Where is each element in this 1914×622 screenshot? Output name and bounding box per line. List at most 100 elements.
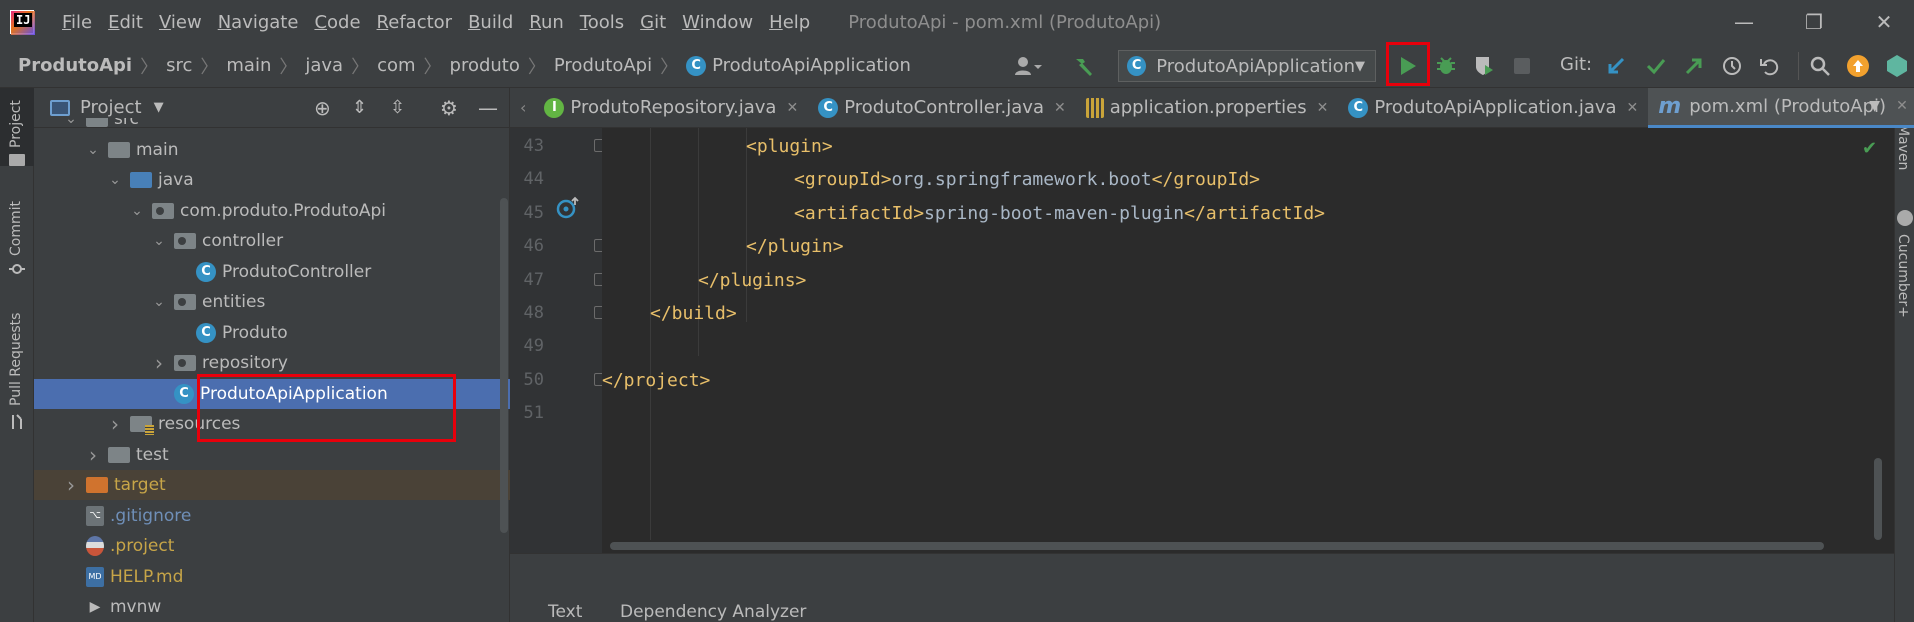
menu-code[interactable]: Code [314, 12, 360, 33]
breadcrumb-item[interactable]: ProdutoApi [18, 55, 132, 76]
chevron-down-icon[interactable]: ⌄ [108, 172, 122, 188]
tabs-overflow-chevron-icon[interactable]: ▼ [1869, 98, 1880, 114]
tree-item[interactable]: › target [34, 470, 510, 500]
editor-tab[interactable]: I ProdutoRepository.java ✕ [534, 88, 808, 128]
tool-window-pull-requests[interactable]: Pull Requests [8, 313, 24, 406]
minimize-icon[interactable]: — [1714, 0, 1774, 44]
git-update-icon[interactable] [1600, 50, 1632, 82]
tree-item[interactable]: ▶ mvnw [34, 592, 510, 622]
tool-window-commit[interactable]: Commit [8, 201, 24, 256]
update-available-icon[interactable] [1842, 50, 1874, 82]
gear-icon[interactable]: ⚙ [440, 96, 458, 120]
breadcrumb-item[interactable]: main [226, 55, 271, 76]
tree-item-label: test [136, 444, 169, 465]
debug-icon[interactable] [1430, 50, 1462, 82]
editor-tab[interactable]: application.properties ✕ [1076, 88, 1339, 128]
breadcrumb-item[interactable]: ProdutoApi [554, 55, 652, 76]
tool-window-project[interactable]: Project [8, 100, 24, 148]
git-commit-icon[interactable] [1640, 50, 1672, 82]
tool-window-maven[interactable]: Maven [1895, 124, 1911, 170]
tree-item[interactable]: ⌄ com.produto.ProdutoApi [34, 196, 510, 226]
project-scrollbar[interactable] [500, 198, 508, 533]
run-configuration-select[interactable]: C ProdutoApiApplication ▼ [1118, 50, 1376, 82]
chevron-down-icon[interactable]: ▼ [154, 100, 164, 115]
close-icon[interactable]: ✕ [1317, 100, 1329, 116]
close-icon[interactable]: ✕ [1054, 100, 1066, 116]
tree-item[interactable]: ⌄ java [34, 165, 510, 195]
tree-item[interactable]: ⌄ entities [34, 287, 510, 317]
menu-help[interactable]: Help [769, 12, 810, 33]
chevron-right-icon[interactable]: › [86, 443, 100, 467]
menu-file[interactable]: File [62, 12, 92, 33]
coverage-icon[interactable] [1468, 50, 1500, 82]
git-push-icon[interactable] [1678, 50, 1710, 82]
editor-gutter: 43 44 45 46 47 48 49 50 51 [510, 128, 607, 553]
chevron-right-icon[interactable]: › [108, 412, 122, 436]
title-bar: IJ File Edit View Navigate Code Refactor Build… [0, 0, 1914, 44]
chevron-down-icon[interactable]: ⌄ [152, 294, 166, 310]
tree-item[interactable]: .project [34, 531, 510, 561]
tree-item[interactable]: ⌄ controller [34, 226, 510, 256]
chevron-down-icon[interactable]: ⌄ [64, 118, 78, 127]
tree-item[interactable]: C ProdutoController [34, 257, 510, 287]
plugin-logo-icon[interactable] [1880, 50, 1914, 82]
hide-panel-icon[interactable]: — [478, 96, 498, 120]
vertical-scrollbar[interactable] [1874, 458, 1882, 540]
expand-all-icon[interactable]: ⇕ [352, 97, 367, 118]
line-number: 44 [523, 169, 544, 190]
restore-icon[interactable]: ❐ [1784, 0, 1844, 44]
close-icon[interactable]: ✕ [1627, 100, 1639, 116]
chevron-right-icon[interactable]: › [64, 473, 78, 497]
menu-edit[interactable]: Edit [108, 12, 143, 33]
user-icon[interactable] [1008, 50, 1048, 82]
stop-icon[interactable] [1506, 50, 1538, 82]
project-view-label[interactable]: Project [80, 97, 142, 118]
breadcrumb-item[interactable]: java [305, 55, 343, 76]
code-line: </plugins> [698, 270, 806, 291]
menu-navigate[interactable]: Navigate [218, 12, 299, 33]
breadcrumb-item[interactable]: src [166, 55, 192, 76]
menu-tools[interactable]: Tools [580, 12, 624, 33]
code-editor[interactable]: <plugin> <groupId>org.springframework.boo… [602, 128, 1882, 553]
tab-dependency-analyzer[interactable]: Dependency Analyzer [620, 602, 806, 622]
breadcrumb-item[interactable]: com [377, 55, 415, 76]
search-icon[interactable] [1804, 50, 1836, 82]
menu-refactor[interactable]: Refactor [377, 12, 453, 33]
chevron-down-icon[interactable]: ⌄ [152, 233, 166, 249]
menu-build[interactable]: Build [468, 12, 513, 33]
chevron-right-icon[interactable]: › [152, 351, 166, 375]
class-run-icon: C [686, 55, 707, 76]
tree-item[interactable]: › test [34, 440, 510, 470]
menu-run[interactable]: Run [529, 12, 564, 33]
implementation-marker-icon[interactable] [556, 196, 580, 220]
editor-tab[interactable]: C ProdutoController.java ✕ [808, 88, 1076, 128]
menu-git[interactable]: Git [640, 12, 666, 33]
horizontal-scrollbar[interactable] [610, 542, 1824, 550]
tab-text[interactable]: Text [548, 602, 582, 622]
locate-file-icon[interactable]: ⊕ [314, 96, 331, 120]
editor-tab[interactable]: C ProdutoApiApplication.java ✕ [1338, 88, 1648, 128]
collapse-all-icon[interactable]: ⇳ [390, 97, 405, 118]
rollback-icon[interactable] [1754, 50, 1786, 82]
tree-item[interactable]: MD HELP.md [34, 562, 510, 592]
breadcrumb-item[interactable]: C ProdutoApiApplication [686, 55, 911, 76]
close-icon[interactable]: ✕ [786, 100, 798, 116]
close-icon[interactable]: ✕ [1896, 98, 1908, 114]
intellij-logo-icon[interactable]: IJ [10, 10, 35, 35]
menu-window[interactable]: Window [682, 12, 753, 33]
chevron-down-icon[interactable]: ⌄ [86, 142, 100, 158]
build-hammer-icon[interactable] [1068, 50, 1100, 82]
tree-item[interactable]: ⌥ .gitignore [34, 501, 510, 531]
tree-item[interactable]: ⌄ main [34, 135, 510, 165]
tree-item[interactable]: ⌄ src [34, 118, 510, 134]
menu-view[interactable]: View [159, 12, 202, 33]
close-icon[interactable]: ✕ [1854, 0, 1914, 44]
breadcrumb-item[interactable]: produto [450, 55, 520, 76]
tabs-scroll-left-icon[interactable]: ‹ [520, 98, 526, 117]
tree-item-label: entities [202, 292, 266, 312]
tree-item[interactable]: C Produto [34, 318, 510, 348]
chevron-down-icon[interactable]: ⌄ [130, 203, 144, 219]
tool-window-cucumber[interactable]: Cucumber+ [1895, 234, 1911, 318]
inspection-ok-icon[interactable]: ✔ [1862, 138, 1877, 159]
history-icon[interactable] [1716, 50, 1748, 82]
